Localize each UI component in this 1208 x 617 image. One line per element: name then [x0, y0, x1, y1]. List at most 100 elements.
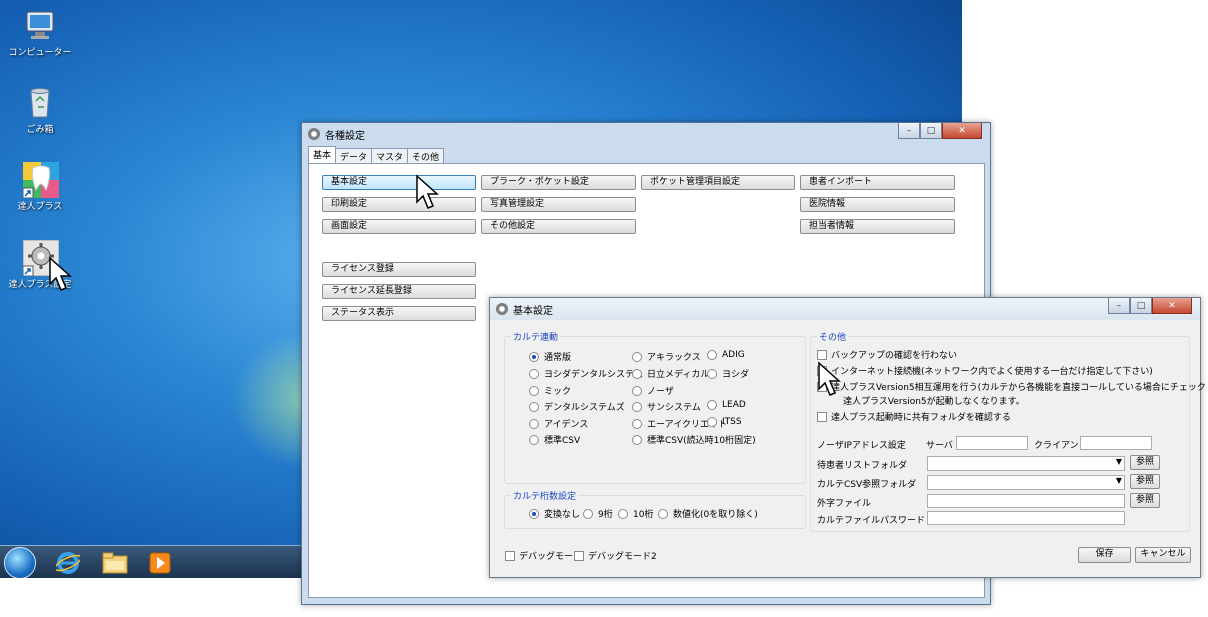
close-button[interactable]: ✕: [942, 123, 982, 139]
radio-label: 日立メディカル: [647, 370, 710, 380]
gaiji-file-input[interactable]: [927, 494, 1125, 508]
dropdown-arrow-icon: ▼: [1115, 457, 1122, 466]
radio-lead[interactable]: LEAD: [707, 400, 746, 410]
hand-cursor-icon: [49, 256, 72, 291]
radio-label: 変換なし: [544, 510, 581, 520]
staff-info-button[interactable]: 担当者情報: [800, 219, 955, 234]
radio-numeric[interactable]: 数値化(0を取り除く): [658, 507, 758, 520]
maximize-button[interactable]: □: [1130, 298, 1152, 314]
server-ip-input[interactable]: [956, 436, 1028, 450]
radio-dental-systems[interactable]: デンタルシステムズ: [529, 400, 625, 413]
license-extend-button[interactable]: ライセンス延長登録: [322, 284, 476, 299]
radio-itss[interactable]: ITSS: [707, 417, 742, 427]
settings-tabs: 基本 データ マスタ その他: [308, 146, 445, 163]
check-version5-interop[interactable]: 達人プラスVersion5相互運用を行う(カルテから各機能を直接コールしている場…: [817, 380, 1208, 393]
radio-dot: [707, 417, 717, 427]
radio-dot: [529, 434, 539, 445]
start-button[interactable]: [4, 547, 36, 578]
other-settings-button[interactable]: その他設定: [481, 219, 636, 234]
karte-password-input[interactable]: [927, 511, 1125, 525]
radio-dot: [632, 401, 642, 412]
minimize-button[interactable]: –: [898, 123, 920, 139]
radio-adig[interactable]: ADIG: [707, 350, 745, 360]
print-settings-button[interactable]: 印刷設定: [322, 197, 476, 212]
check-shared-folder[interactable]: 達人プラス起動時に共有フォルダを確認する: [817, 410, 1011, 423]
radio-label: デンタルシステムズ: [544, 403, 625, 413]
tab-data[interactable]: データ: [335, 148, 373, 163]
ie-icon[interactable]: [48, 549, 88, 576]
check-no-backup-confirm[interactable]: バックアップの確認を行わない: [817, 348, 957, 361]
karte-digits-group: カルテ桁数設定 変換なし 9桁 10桁 数値化(0を取り除く): [504, 489, 806, 529]
license-register-button[interactable]: ライセンス登録: [322, 262, 476, 277]
radio-sunsystem[interactable]: サンシステム: [632, 400, 701, 413]
group-label: カルテ桁数設定: [511, 489, 579, 502]
radio-label: 10桁: [633, 510, 654, 520]
check-label: 達人プラスVersion5相互運用を行う(カルテから各機能を直接コールしている場…: [831, 383, 1208, 393]
basic-settings-button[interactable]: 基本設定: [322, 175, 476, 190]
radio-dot: [618, 508, 628, 519]
checkbox: [817, 411, 827, 422]
check-internet-machine[interactable]: インターネット接続機(ネットワーク内でよく使用する一台だけ指定して下さい): [817, 364, 1153, 377]
radio-dot: [632, 434, 642, 445]
radio-yoshida[interactable]: ヨシダ: [707, 367, 749, 380]
tab-other[interactable]: その他: [407, 148, 445, 163]
check-debug-mode-2[interactable]: デバッグモード2: [574, 549, 657, 562]
settings-titlebar[interactable]: 各種設定 – □ ✕: [302, 123, 990, 145]
server-label: サーバ: [926, 441, 953, 451]
radio-label: 通常版: [544, 353, 572, 363]
radio-9-digits[interactable]: 9桁: [583, 507, 613, 520]
check-debug-mode[interactable]: デバッグモード: [505, 549, 582, 562]
plaque-pocket-button[interactable]: プラーク・ポケット設定: [481, 175, 636, 190]
tab-master[interactable]: マスタ: [371, 148, 409, 163]
radio-aidens[interactable]: アイデンス: [529, 417, 588, 430]
karte-csv-select[interactable]: ▼: [927, 475, 1125, 490]
desktop-icon-computer[interactable]: コンピューター: [5, 8, 75, 58]
screen-settings-button[interactable]: 画面設定: [322, 219, 476, 234]
clinic-info-button[interactable]: 医院情報: [800, 197, 955, 212]
window-gear-icon: [308, 128, 320, 140]
gaiji-browse-button[interactable]: 参照: [1130, 493, 1160, 508]
desktop-icon-recycle-bin[interactable]: ごみ箱: [5, 85, 75, 135]
radio-mic[interactable]: ミック: [529, 384, 571, 397]
media-player-icon[interactable]: [140, 549, 180, 576]
radio-yoshida-dental[interactable]: ヨシダデンタルシステム: [529, 367, 643, 380]
radio-dot: [707, 368, 717, 379]
radio-10-digits[interactable]: 10桁: [618, 507, 653, 520]
checkbox: [505, 550, 515, 561]
radio-standard-csv-10[interactable]: 標準CSV(読込時10桁固定): [632, 433, 756, 446]
explorer-icon[interactable]: [95, 549, 135, 576]
close-button[interactable]: ✕: [1152, 298, 1192, 314]
radio-dot: [529, 508, 539, 519]
status-display-button[interactable]: ステータス表示: [322, 306, 476, 321]
photo-settings-button[interactable]: 写真管理設定: [481, 197, 636, 212]
desktop-icon-tatsujin[interactable]: 達人プラス: [5, 162, 75, 212]
maximize-button[interactable]: □: [920, 123, 942, 139]
radio-hitachi[interactable]: 日立メディカル: [632, 367, 709, 380]
patient-import-button[interactable]: 患者インポート: [800, 175, 955, 190]
minimize-button[interactable]: –: [1108, 298, 1130, 314]
radio-no-convert[interactable]: 変換なし: [529, 507, 580, 520]
radio-label: 標準CSV(読込時10桁固定): [647, 436, 756, 446]
radio-noza[interactable]: ノーザ: [632, 384, 674, 397]
radio-label: アキラックス: [647, 353, 701, 363]
check-label: デバッグモード: [519, 552, 583, 562]
radio-label: ヨシダ: [722, 370, 750, 380]
waiting-list-select[interactable]: ▼: [927, 456, 1125, 471]
pocket-items-button[interactable]: ポケット管理項目設定: [641, 175, 795, 190]
radio-standard-csv[interactable]: 標準CSV: [529, 433, 580, 446]
radio-label: 9桁: [598, 510, 613, 520]
client-ip-input[interactable]: [1080, 436, 1152, 450]
save-button[interactable]: 保存: [1078, 547, 1131, 563]
waiting-list-browse-button[interactable]: 参照: [1130, 455, 1160, 470]
radio-akirax[interactable]: アキラックス: [632, 350, 701, 363]
radio-dot: [632, 351, 642, 362]
check-label: 達人プラス起動時に共有フォルダを確認する: [831, 413, 1011, 423]
tab-basic[interactable]: 基本: [308, 146, 337, 163]
radio-tsujouban[interactable]: 通常版: [529, 350, 571, 363]
karte-csv-browse-button[interactable]: 参照: [1130, 474, 1160, 489]
radio-dot: [658, 508, 668, 519]
window-gear-icon: [496, 303, 508, 315]
basic-titlebar[interactable]: 基本設定 – □ ✕: [490, 298, 1200, 320]
version5-note: 達人プラスVersion5が起動しなくなります。: [843, 397, 1025, 407]
cancel-button[interactable]: キャンセル: [1135, 547, 1191, 563]
